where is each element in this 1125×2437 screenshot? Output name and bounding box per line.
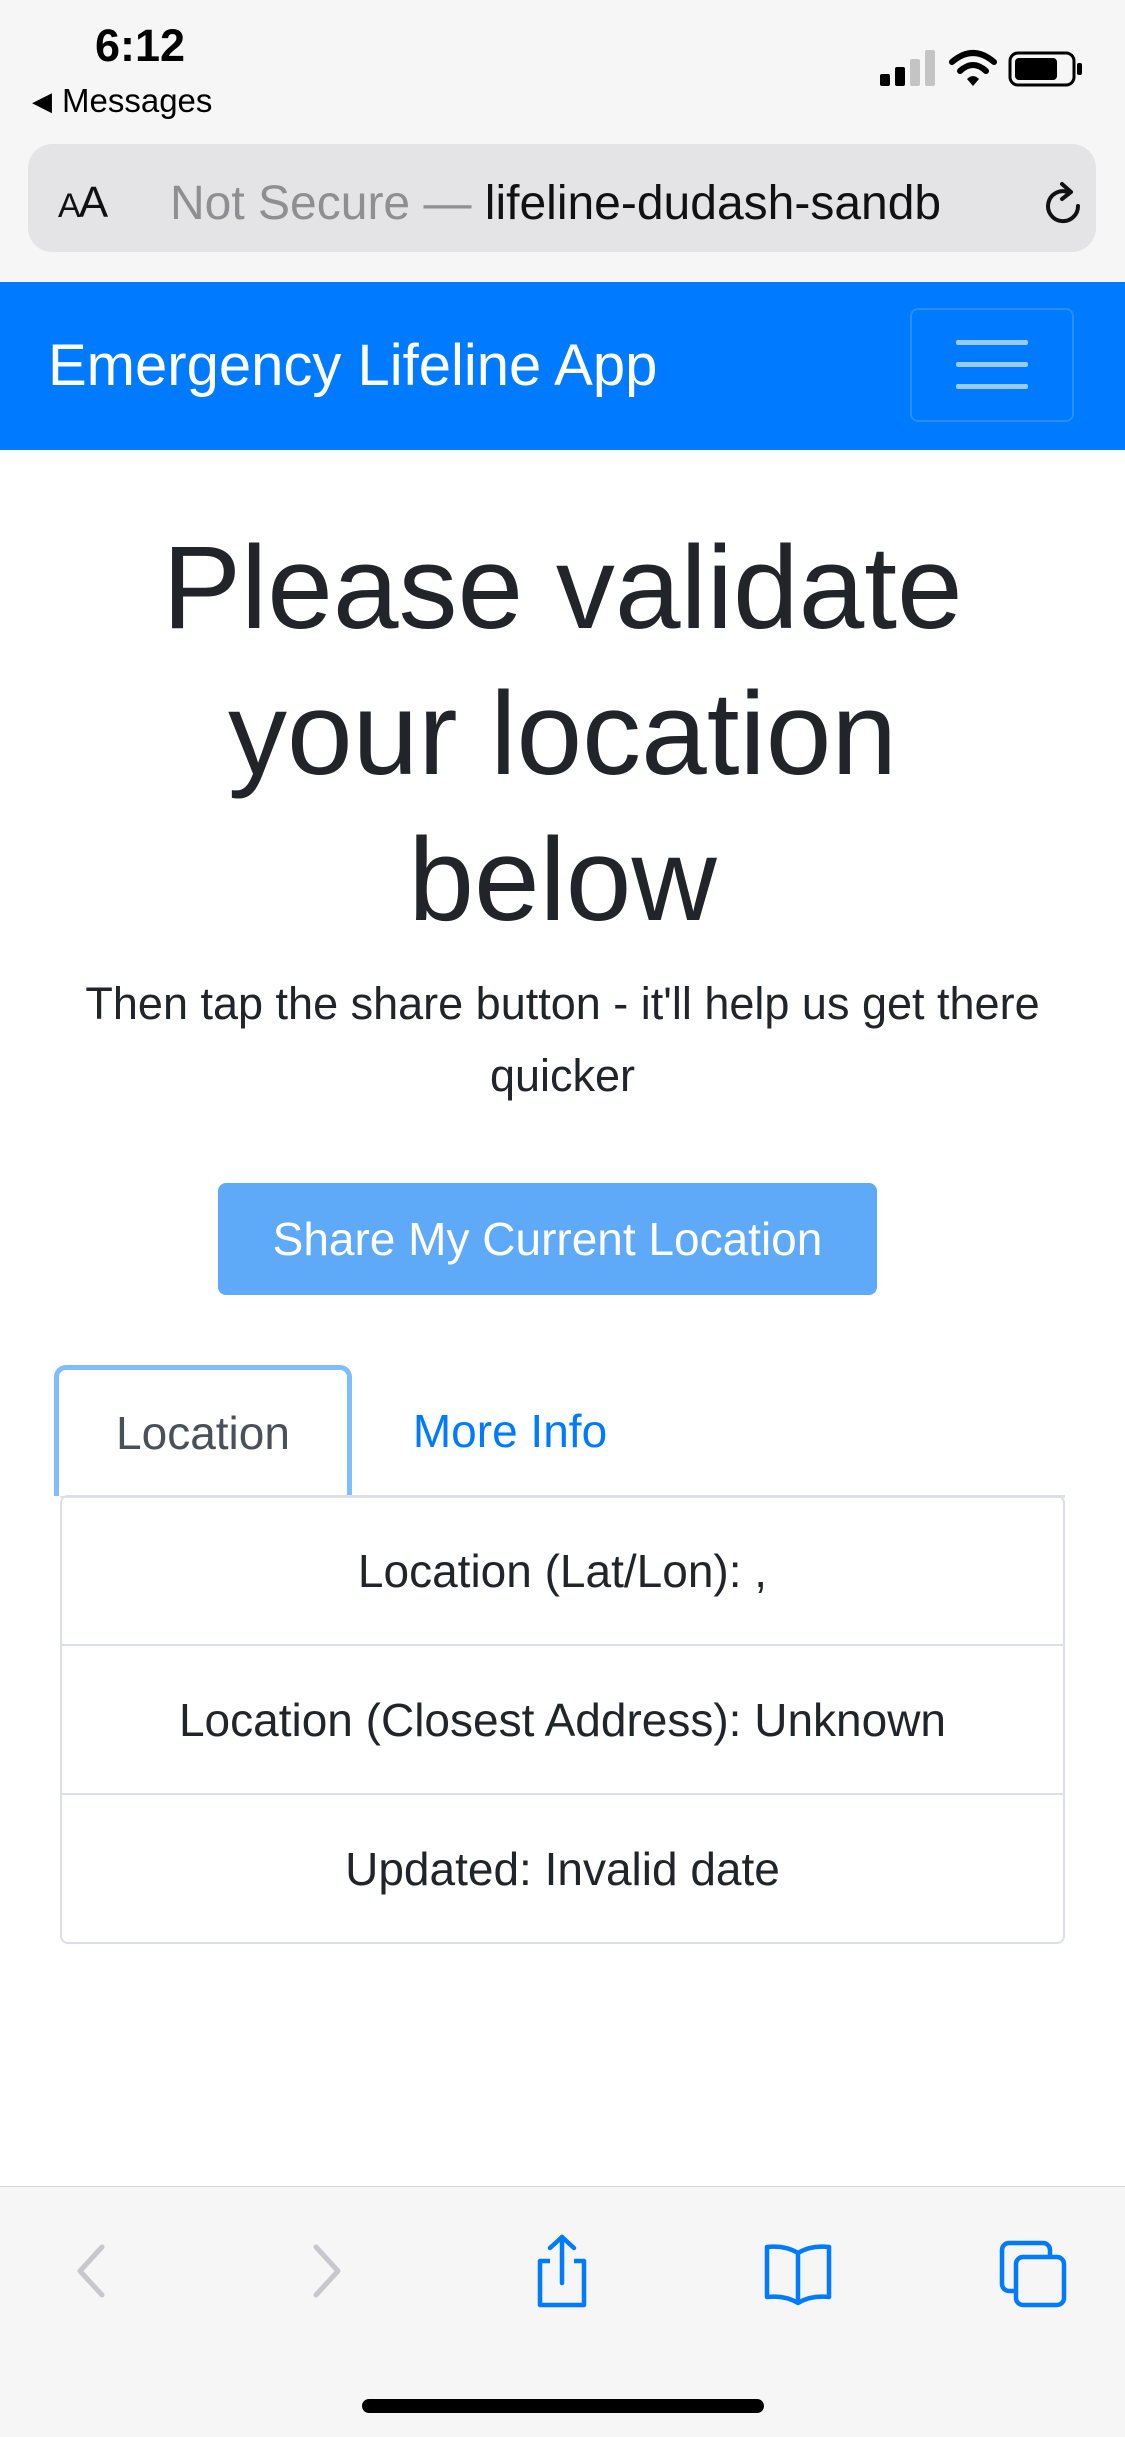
back-to-app-link[interactable]: ◀ Messages	[32, 82, 212, 120]
forward-icon[interactable]	[290, 2233, 360, 2309]
cellular-signal-icon	[880, 50, 935, 86]
tab-location[interactable]: Location	[54, 1365, 352, 1496]
share-location-button[interactable]: Share My Current Location	[218, 1183, 877, 1295]
url-field[interactable]: Not Secure — lifeline-dudash-sandb	[170, 176, 1010, 231]
battery-icon	[1008, 51, 1082, 87]
url-fade	[958, 164, 1028, 234]
location-details-list: Location (Lat/Lon): , Location (Closest …	[60, 1495, 1065, 1944]
back-triangle-icon: ◀	[32, 85, 52, 116]
wifi-icon	[949, 50, 997, 86]
status-bar: 6:12 ◀ Messages	[0, 0, 1125, 130]
not-secure-label: Not Secure —	[170, 177, 472, 230]
list-item-closest-address: Location (Closest Address): Unknown	[62, 1646, 1063, 1795]
back-icon[interactable]	[58, 2233, 128, 2309]
page-heading: Please validate your location below	[162, 522, 963, 946]
url-domain: lifeline-dudash-sandb	[484, 177, 942, 230]
status-time: 6:12	[95, 20, 186, 71]
tab-more-info[interactable]: More Info	[370, 1365, 650, 1496]
info-tabs: Location More Info	[54, 1365, 1065, 1498]
browser-chrome-top: AA Not Secure — lifeline-dudash-sandb	[0, 130, 1125, 283]
back-app-label: Messages	[62, 82, 213, 119]
navbar: Emergency Lifeline App	[0, 282, 1125, 450]
share-icon[interactable]	[527, 2233, 597, 2309]
list-item-lat-lon: Location (Lat/Lon): ,	[62, 1497, 1063, 1646]
reload-icon[interactable]	[1038, 180, 1088, 230]
hamburger-icon	[956, 340, 1028, 345]
navbar-brand[interactable]: Emergency Lifeline App	[48, 332, 657, 399]
tabs-icon[interactable]	[998, 2233, 1068, 2309]
navbar-toggler-button[interactable]	[910, 308, 1074, 422]
list-item-updated: Updated: Invalid date	[345, 1842, 780, 1895]
address-bar[interactable]: AA Not Secure — lifeline-dudash-sandb	[28, 144, 1096, 252]
bookmarks-icon[interactable]	[763, 2233, 833, 2309]
page-subtext: Then tap the share button - it'll help u…	[85, 978, 1040, 1101]
browser-toolbar	[0, 2186, 1125, 2437]
home-indicator[interactable]	[362, 2399, 764, 2413]
reader-aa-button[interactable]: AA	[58, 178, 108, 228]
